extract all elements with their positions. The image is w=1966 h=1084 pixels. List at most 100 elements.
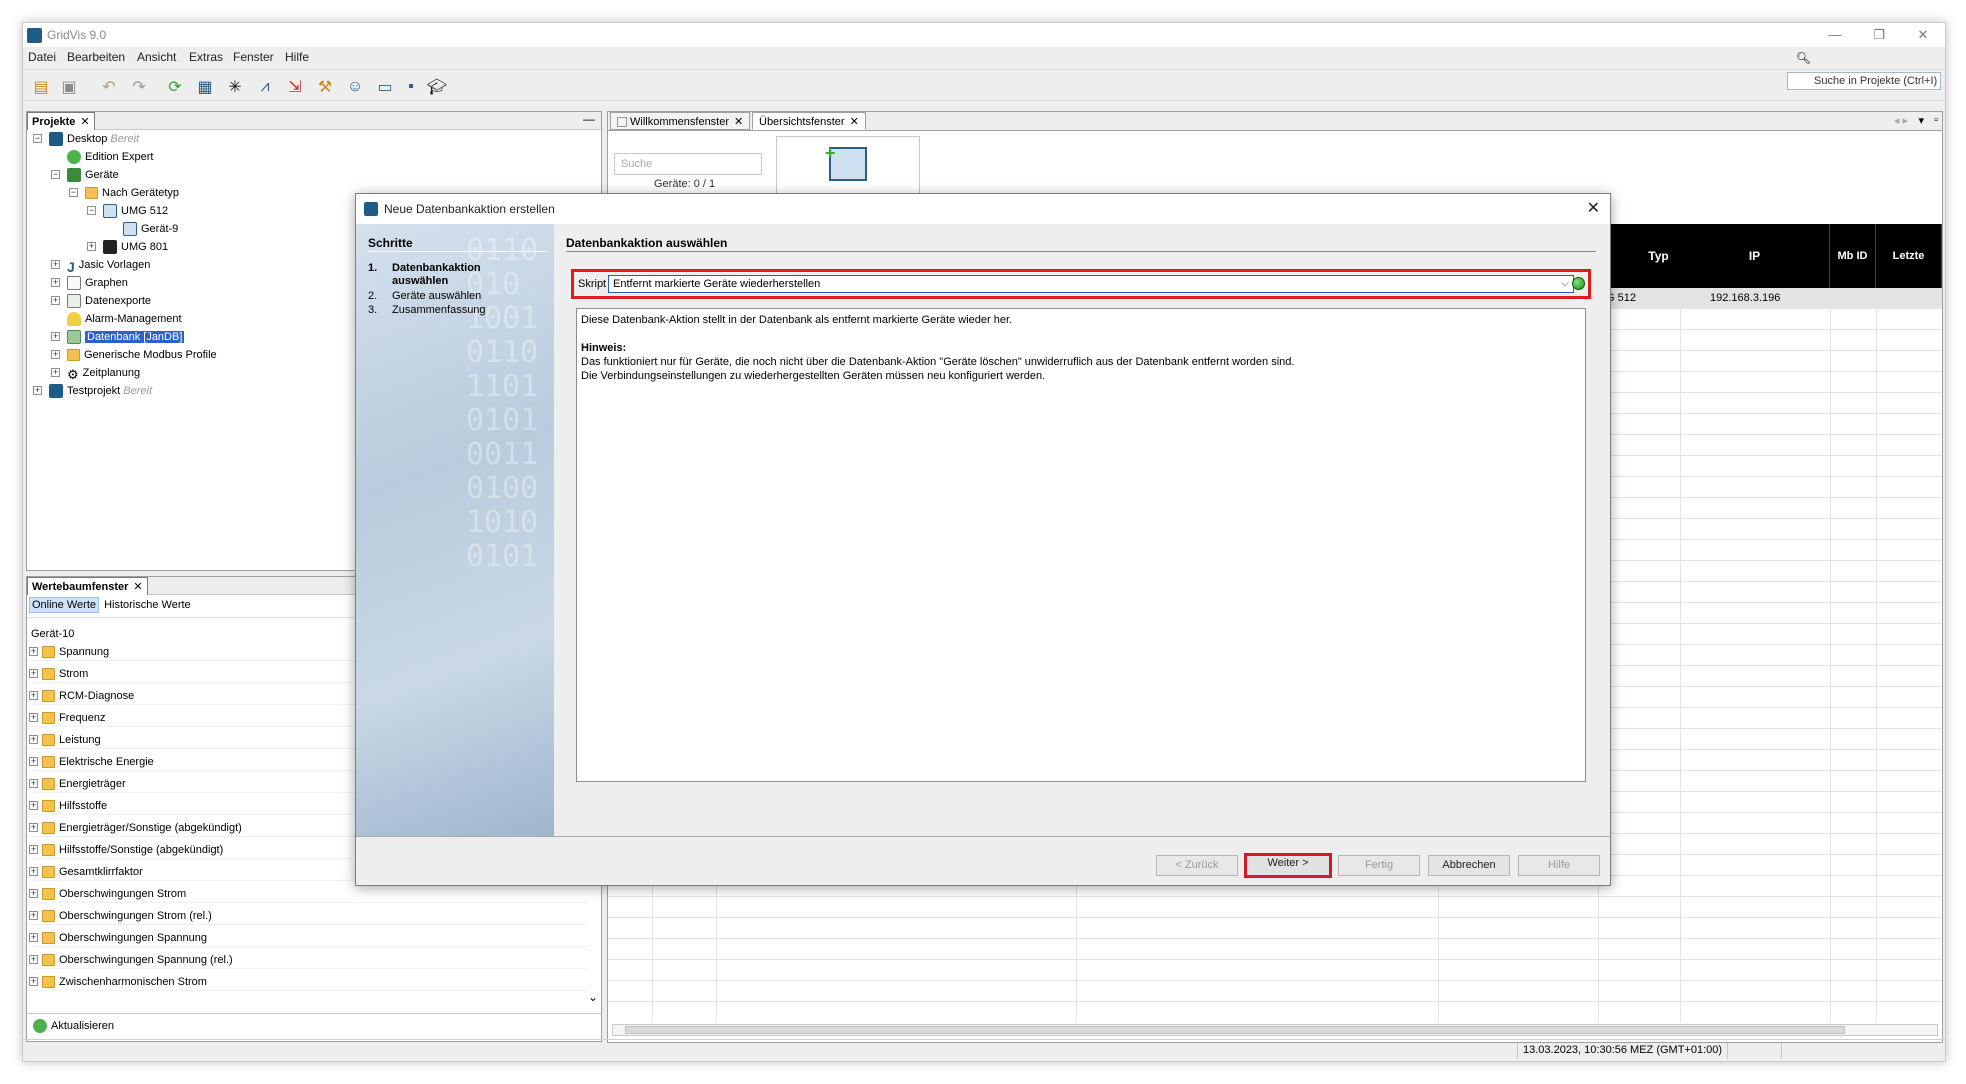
tree-item-zeitplanung[interactable]: + ⚙ Zeitplanung — [51, 364, 140, 382]
scrollbar-thumb[interactable] — [625, 1026, 1845, 1034]
dialog-close-icon[interactable]: ✕ — [1587, 198, 1600, 218]
topology-icon[interactable]: ✳ — [223, 76, 247, 98]
tab-uebersichtsfenster[interactable]: Übersichtsfenster ✕ — [752, 112, 866, 130]
tree-item-geraet9[interactable]: Gerät-9 — [123, 220, 178, 238]
cancel-button[interactable]: Abbrechen — [1428, 855, 1510, 876]
menu-extras[interactable]: Extras — [189, 50, 223, 64]
close-icon[interactable]: ✕ — [734, 116, 743, 128]
maximize-icon[interactable]: ▫ — [1934, 114, 1938, 126]
expand-icon[interactable]: + — [29, 647, 38, 656]
expand-icon[interactable]: + — [51, 260, 60, 269]
value-tree-item[interactable]: + Oberschwingungen Strom (rel.) — [29, 907, 589, 925]
expand-icon[interactable]: + — [29, 691, 38, 700]
tab-willkommensfenster[interactable]: Willkommensfenster ✕ — [610, 112, 751, 130]
tree-item-datenbank[interactable]: + Datenbank [JanDB] — [51, 328, 185, 346]
tree-item-testprojekt[interactable]: + Testprojekt Bereit — [33, 382, 152, 400]
monitor-icon[interactable]: ▭ — [373, 76, 397, 98]
expand-icon[interactable]: + — [29, 911, 38, 920]
help-button[interactable]: Hilfe — [1518, 855, 1600, 876]
import-icon[interactable]: ⇲ — [283, 76, 307, 98]
table-row[interactable]: G 512 192.168.3.196 — [1598, 288, 1942, 308]
collapse-icon[interactable]: − — [33, 134, 42, 143]
tools-icon[interactable]: ⚒ — [313, 76, 337, 98]
skript-select[interactable]: Entfernt markierte Geräte wiederherstell… — [608, 275, 1574, 293]
expand-icon[interactable]: + — [87, 242, 96, 251]
column-ip[interactable]: IP — [1680, 224, 1830, 288]
scroll-down-icon[interactable]: ⌄ — [588, 990, 598, 1004]
tree-item-umg801[interactable]: + UMG 801 — [87, 238, 168, 256]
save-icon[interactable]: ▣ — [57, 76, 81, 98]
expand-icon[interactable]: + — [29, 779, 38, 788]
tab-projekte[interactable]: Projekte ✕ — [27, 112, 95, 130]
expand-icon[interactable]: + — [29, 845, 38, 854]
expand-icon[interactable]: + — [29, 977, 38, 986]
menu-datei[interactable]: Datei — [28, 50, 56, 64]
tree-item-alarm[interactable]: Alarm-Management — [67, 310, 182, 328]
tree-item-desktop[interactable]: − Desktop Bereit — [33, 130, 139, 148]
scroll-left-icon[interactable]: ◂ ▸ — [1894, 114, 1908, 127]
close-icon[interactable]: ✕ — [80, 116, 89, 128]
add-device-button[interactable]: + — [776, 136, 920, 198]
collapse-icon[interactable]: − — [87, 206, 96, 215]
value-tree-item[interactable]: + Oberschwingungen Spannung (rel.) — [29, 951, 589, 969]
device-search-input[interactable]: Suche — [614, 153, 762, 175]
device-config-icon[interactable]: ▦ — [193, 76, 217, 98]
user-icon[interactable]: ☺ — [343, 76, 367, 98]
academy-icon[interactable]: 🎓︎ — [425, 76, 449, 98]
tab-wertebaumfenster[interactable]: Wertebaumfenster ✕ — [27, 577, 148, 595]
back-button[interactable]: < Zurück — [1156, 855, 1238, 876]
minimize-button[interactable]: — — [1813, 25, 1857, 45]
menu-ansicht[interactable]: Ansicht — [137, 50, 176, 64]
tab-list-icon[interactable]: ▾ — [1918, 114, 1924, 127]
expand-icon[interactable]: + — [51, 350, 60, 359]
value-tree-item[interactable]: + Zwischenharmonischen Strom — [29, 973, 589, 991]
device-icon[interactable]: ▪ — [399, 76, 423, 98]
restore-button[interactable]: ❐ — [1857, 25, 1901, 45]
expand-icon[interactable]: + — [29, 823, 38, 832]
value-tree-item[interactable]: + Oberschwingungen Spannung — [29, 929, 589, 947]
expand-icon[interactable]: + — [29, 955, 38, 964]
expand-icon[interactable]: + — [33, 386, 42, 395]
horizontal-scrollbar[interactable] — [612, 1024, 1938, 1036]
expand-icon[interactable]: + — [29, 735, 38, 744]
menu-fenster[interactable]: Fenster — [233, 50, 274, 64]
expand-icon[interactable]: + — [29, 669, 38, 678]
expand-icon[interactable]: + — [29, 867, 38, 876]
expand-icon[interactable]: + — [51, 278, 60, 287]
expand-icon[interactable]: + — [51, 368, 60, 377]
tab-online-werte[interactable]: Online Werte — [29, 597, 99, 613]
expand-icon[interactable]: + — [51, 296, 60, 305]
close-icon[interactable]: ✕ — [133, 581, 142, 593]
tab-historische-werte[interactable]: Historische Werte — [102, 598, 193, 612]
menu-bearbeiten[interactable]: Bearbeiten — [67, 50, 125, 64]
tree-item-geraete[interactable]: − Geräte — [51, 166, 119, 184]
undo-icon[interactable]: ↶ — [97, 76, 121, 98]
menu-hilfe[interactable]: Hilfe — [285, 50, 309, 64]
tree-item-modbus[interactable]: + Generische Modbus Profile — [51, 346, 217, 364]
next-button[interactable]: Weiter > — [1244, 853, 1332, 878]
tree-item-jasic[interactable]: + J Jasic Vorlagen — [51, 256, 150, 275]
close-icon[interactable]: ✕ — [850, 116, 859, 128]
collapse-icon[interactable]: − — [69, 188, 78, 197]
expand-icon[interactable]: + — [51, 332, 60, 341]
collapse-icon[interactable]: − — [51, 170, 60, 179]
column-mbid[interactable]: Mb ID — [1830, 224, 1876, 288]
expand-icon[interactable]: + — [29, 757, 38, 766]
column-letzte[interactable]: Letzte — [1876, 224, 1942, 288]
value-tree-item[interactable]: + Oberschwingungen Strom — [29, 885, 589, 903]
tree-item-graphen[interactable]: + Graphen — [51, 274, 128, 292]
expand-icon[interactable]: + — [29, 933, 38, 942]
tree-item-datenexporte[interactable]: + Datenexporte — [51, 292, 151, 310]
expand-icon[interactable]: + — [29, 713, 38, 722]
tree-item-umg512[interactable]: − UMG 512 — [87, 202, 168, 220]
finish-button[interactable]: Fertig — [1338, 855, 1420, 876]
open-project-icon[interactable]: ▤ — [29, 76, 53, 98]
minimize-panel-button[interactable]: — — [583, 112, 595, 126]
expand-icon[interactable]: + — [29, 889, 38, 898]
tree-item-nach-geraetetyp[interactable]: − Nach Gerätetyp — [69, 184, 179, 202]
refresh-icon[interactable]: ⟳ — [163, 76, 187, 98]
graph-icon[interactable]: ⩘ — [253, 76, 277, 98]
tree-item-edition[interactable]: Edition Expert — [67, 148, 153, 166]
refresh-button[interactable]: Aktualisieren — [33, 1017, 114, 1035]
redo-icon[interactable]: ↷ — [127, 76, 151, 98]
